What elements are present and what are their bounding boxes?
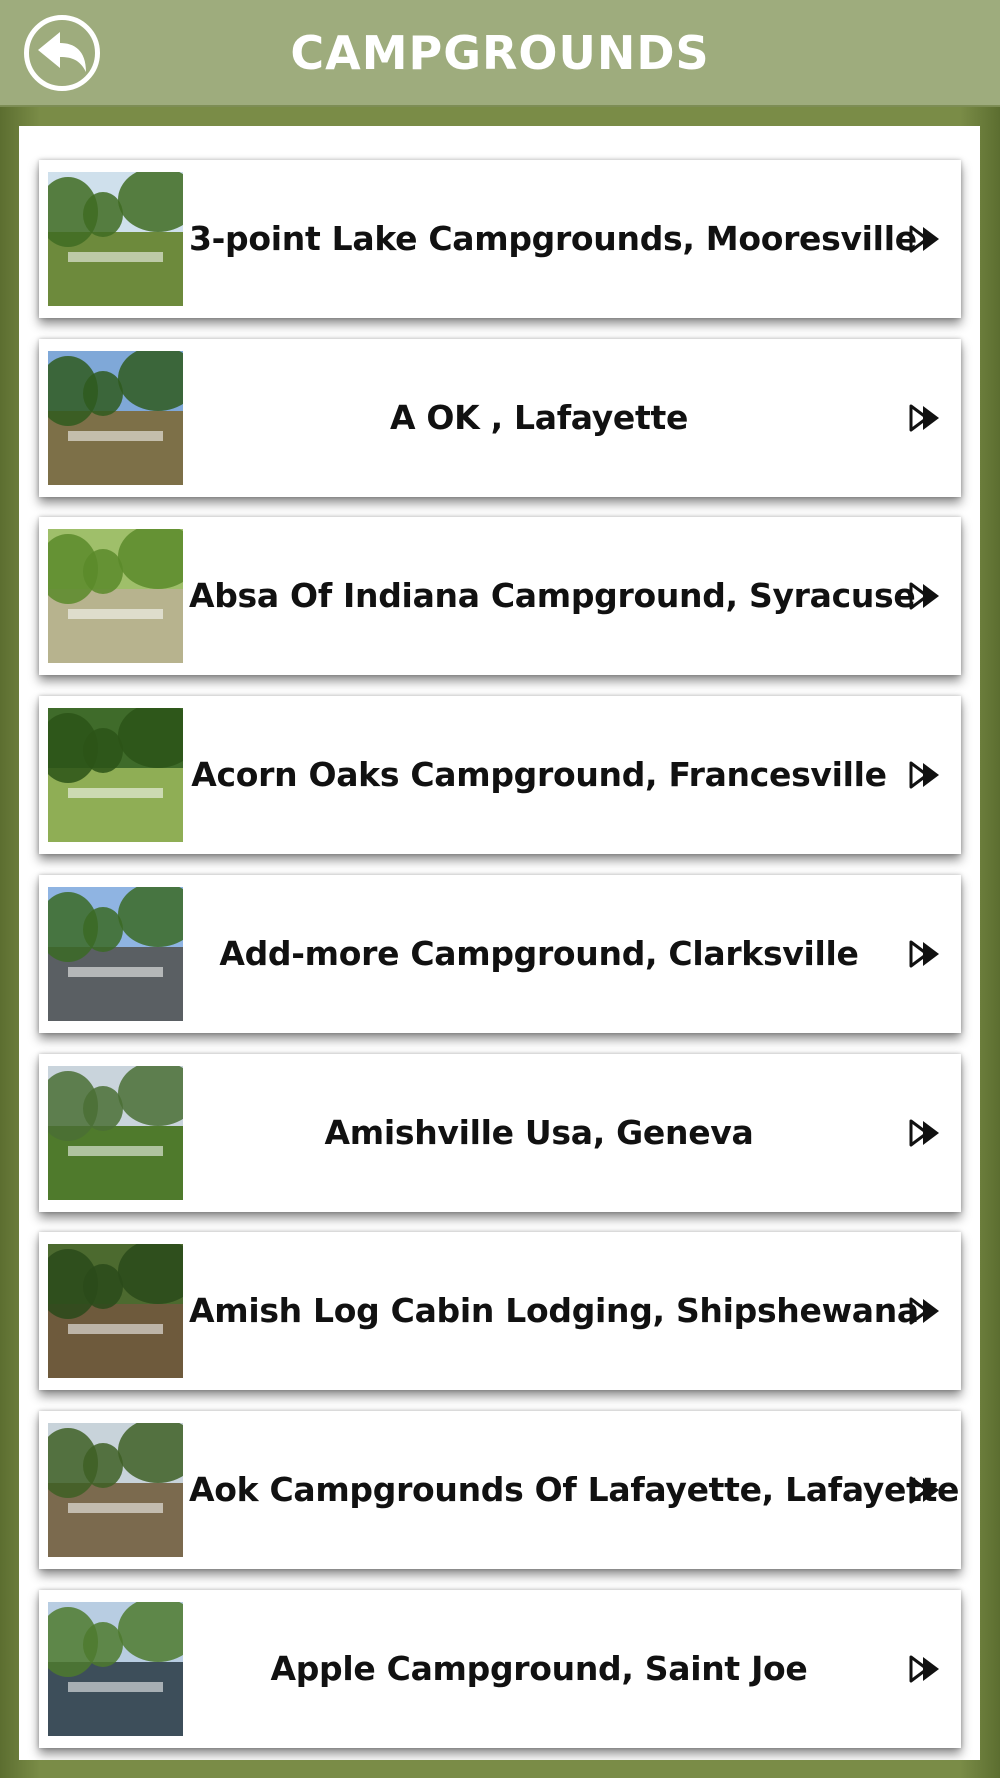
campground-thumbnail bbox=[48, 1244, 183, 1378]
campground-list-panel: 3-point Lake Campgrounds, Mooresville A O… bbox=[19, 126, 980, 1760]
double-play-arrow-icon bbox=[909, 225, 939, 253]
campground-thumbnail bbox=[48, 1066, 183, 1200]
double-play-arrow-icon bbox=[909, 1476, 939, 1504]
list-item[interactable]: Absa Of Indiana Campground, Syracuse bbox=[39, 517, 961, 675]
campground-thumbnail bbox=[48, 172, 183, 306]
list-item[interactable]: Aok Campgrounds Of Lafayette, Lafayette bbox=[39, 1411, 961, 1569]
double-play-arrow-icon bbox=[909, 582, 939, 610]
campground-name: A OK , Lafayette bbox=[389, 398, 689, 437]
list-item[interactable]: 3-point Lake Campgrounds, Mooresville bbox=[39, 160, 961, 318]
double-play-arrow-icon bbox=[909, 1655, 939, 1683]
campground-name: Aok Campgrounds Of Lafayette, Lafayette bbox=[189, 1470, 960, 1509]
double-play-arrow-icon bbox=[909, 761, 939, 789]
double-play-arrow-icon bbox=[909, 1119, 939, 1147]
campground-name: Add-more Campground, Clarksville bbox=[219, 934, 859, 973]
campground-thumbnail bbox=[48, 529, 183, 663]
list-item[interactable]: A OK , Lafayette bbox=[39, 339, 961, 497]
list-item[interactable]: Acorn Oaks Campground, Francesville bbox=[39, 696, 961, 854]
double-play-arrow-icon bbox=[909, 404, 939, 432]
campground-thumbnail bbox=[48, 708, 183, 842]
campground-name: Acorn Oaks Campground, Francesville bbox=[191, 755, 887, 794]
list-item[interactable]: Add-more Campground, Clarksville bbox=[39, 875, 961, 1033]
list-item[interactable]: Amish Log Cabin Lodging, Shipshewana bbox=[39, 1232, 961, 1390]
campground-name: 3-point Lake Campgrounds, Mooresville bbox=[189, 219, 917, 258]
campground-thumbnail bbox=[48, 1602, 183, 1736]
campground-name: Amishville Usa, Geneva bbox=[324, 1113, 754, 1152]
list-item[interactable]: Amishville Usa, Geneva bbox=[39, 1054, 961, 1212]
page-title: CAMPGROUNDS bbox=[290, 26, 710, 80]
double-play-arrow-icon bbox=[909, 1297, 939, 1325]
campground-name: Amish Log Cabin Lodging, Shipshewana bbox=[189, 1291, 919, 1330]
campground-thumbnail bbox=[48, 1423, 183, 1557]
navigation-bar: CAMPGROUNDS bbox=[0, 0, 1000, 107]
campground-thumbnail bbox=[48, 887, 183, 1021]
campground-name: Apple Campground, Saint Joe bbox=[270, 1649, 808, 1688]
campground-name: Absa Of Indiana Campground, Syracuse bbox=[189, 576, 916, 615]
list-item[interactable]: Apple Campground, Saint Joe bbox=[39, 1590, 961, 1748]
double-play-arrow-icon bbox=[909, 940, 939, 968]
campground-thumbnail bbox=[48, 351, 183, 485]
